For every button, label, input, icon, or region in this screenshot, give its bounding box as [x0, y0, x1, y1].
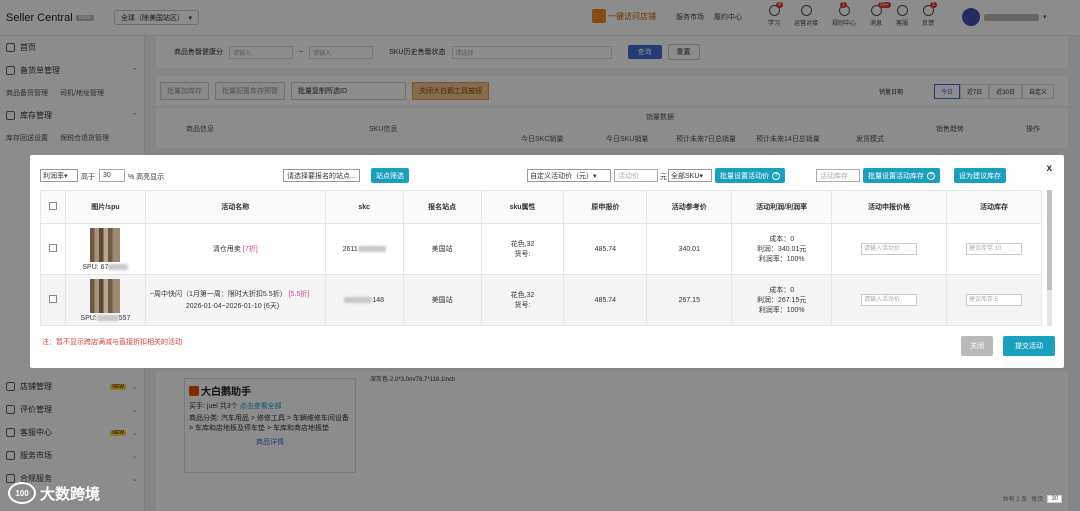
sku-scope-select[interactable]: 全部SKU ▾ — [668, 169, 712, 182]
suggest-stock-button[interactable]: 设为建议库存 — [954, 168, 1006, 183]
submit-activity-button[interactable]: 提交活动 — [1003, 336, 1055, 356]
table-row: SPU: 557 ~周中快闪（1月第一周：限时大折扣5.5折） [5.5折] 202… — [40, 274, 1042, 326]
row-price-input[interactable]: 请输入活动价 — [861, 243, 918, 255]
row-checkbox[interactable] — [48, 295, 57, 303]
filter-field-select[interactable]: 利润率 ▾ — [40, 169, 78, 182]
watermark: 100 大数跨境 — [8, 482, 100, 504]
batch-stock-button[interactable]: 批量设置活动库存? — [863, 168, 940, 183]
product-thumbnail — [90, 278, 121, 313]
row-stock-input[interactable]: 建议库存:10 — [966, 243, 1022, 255]
table-row: SPU: 67 清仓甩卖 [7折] 2611 美国站 花色,32 货号: 485.… — [40, 223, 1042, 275]
site-select[interactable]: 请选择要报名的站点... — [283, 169, 360, 182]
pagination: 共有 2 条 每页 30 — [1003, 494, 1062, 503]
close-icon[interactable]: x — [1046, 163, 1052, 174]
modal-close-button[interactable]: 关闭 — [961, 336, 993, 356]
help-icon: ? — [772, 171, 780, 180]
row-checkbox[interactable] — [48, 244, 57, 252]
product-thumbnail — [90, 227, 121, 262]
price-mode-select[interactable]: 自定义活动价（元） ▾ — [527, 169, 611, 182]
activity-stock-input[interactable]: 活动库存 — [816, 169, 860, 182]
row-stock-input[interactable]: 建议库存:5 — [966, 294, 1022, 306]
activity-modal: x 利润率 ▾ 高于 30 % 高亮显示 请选择要报名的站点... 站点筛选 自定… — [30, 155, 1064, 368]
modal-note: 注：暂不显示跨店满减与直接折扣相关的活动 — [42, 339, 182, 346]
modal-controls: 利润率 ▾ 高于 30 % 高亮显示 请选择要报名的站点... 站点筛选 自定义活… — [40, 168, 1040, 185]
batch-price-button[interactable]: 批量设置活动价? — [715, 168, 785, 183]
row-price-input[interactable]: 请输入活动价 — [861, 294, 918, 306]
highlight-threshold-input[interactable]: 30 — [99, 169, 125, 182]
table-header-row: 图片/spu 活动名称 skc 报名站点 sku属性 原申报价 活动参考价 活动… — [40, 190, 1042, 224]
site-filter-button[interactable]: 站点筛选 — [371, 168, 409, 183]
watermark-logo-icon: 100 — [8, 482, 36, 504]
help-icon: ? — [927, 171, 935, 180]
select-all-checkbox[interactable] — [48, 202, 57, 210]
table-scrollbar[interactable] — [1047, 190, 1052, 326]
page-size-select[interactable]: 30 — [1047, 494, 1062, 503]
activity-price-input[interactable]: 活动价 — [614, 169, 658, 182]
activity-table: 图片/spu 活动名称 skc 报名站点 sku属性 原申报价 活动参考价 活动… — [40, 190, 1042, 326]
